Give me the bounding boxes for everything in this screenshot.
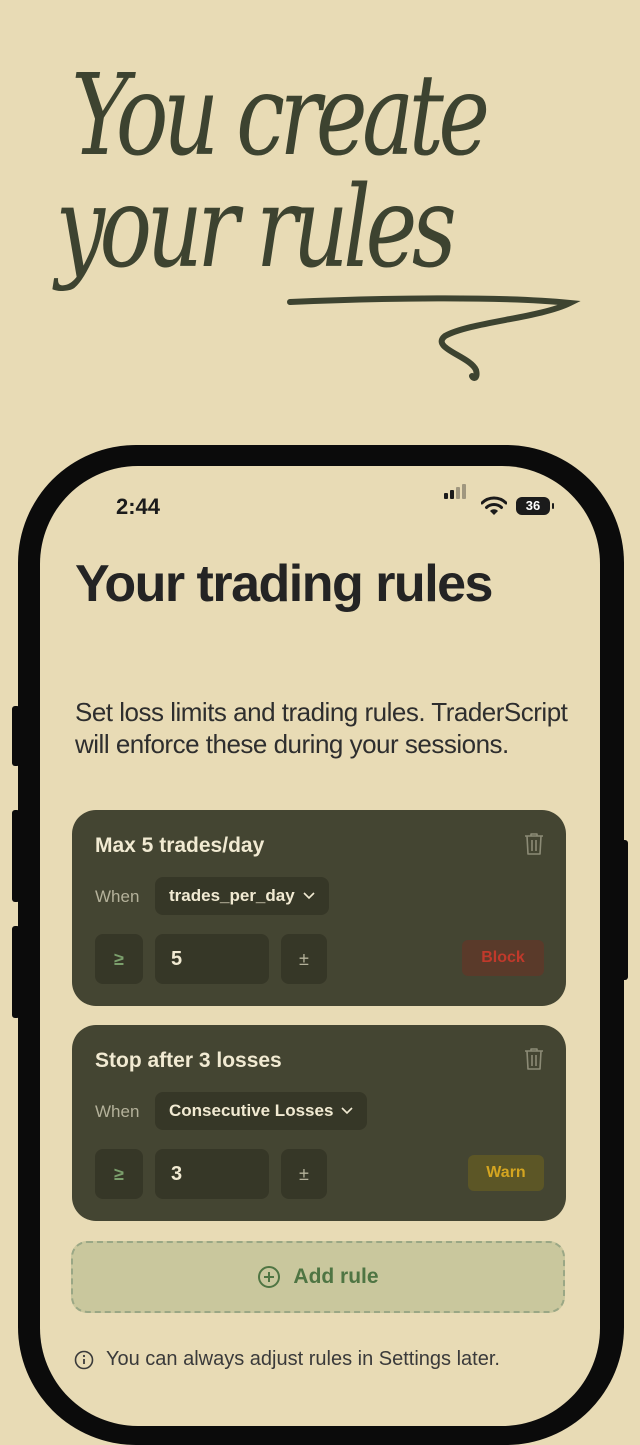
underline-swash — [287, 295, 581, 381]
phone-power-button — [620, 840, 628, 980]
trash-icon[interactable] — [524, 1047, 544, 1071]
when-label: When — [95, 887, 140, 906]
adjust-button[interactable]: ± — [281, 934, 327, 984]
battery-icon: 36 — [516, 497, 554, 515]
add-rule-label: Add rule — [293, 1265, 379, 1288]
phone-side-button — [12, 926, 20, 1018]
phone-screen: 2:44 36 Your trading rules Set loss limi… — [40, 466, 600, 1426]
wifi-icon — [481, 496, 507, 515]
variable-select[interactable]: Consecutive Losses — [155, 1092, 368, 1130]
info-icon — [74, 1350, 94, 1369]
rule-card: Max 5 trades/day When trades_per_day ≥ 5… — [72, 810, 566, 1006]
trash-icon[interactable] — [524, 832, 544, 856]
rule-title: Max 5 trades/day — [95, 834, 265, 857]
operator-button[interactable]: ≥ — [95, 1149, 143, 1199]
adjust-button[interactable]: ± — [281, 1149, 327, 1199]
value-input[interactable]: 5 — [155, 934, 269, 984]
status-bar: 2:44 36 — [40, 466, 600, 546]
status-time: 2:44 — [116, 494, 161, 519]
chevron-down-icon — [303, 892, 315, 900]
variable-select-label: trades_per_day — [169, 886, 295, 905]
rule-card: Stop after 3 losses When Consecutive Los… — [72, 1025, 566, 1221]
footnote: You can always adjust rules in Settings … — [74, 1348, 500, 1371]
page-title: Your trading rules — [75, 555, 493, 613]
chevron-down-icon — [341, 1107, 353, 1115]
when-label: When — [95, 1102, 140, 1121]
variable-select[interactable]: trades_per_day — [155, 877, 329, 915]
phone-side-button — [12, 810, 20, 902]
operator-button[interactable]: ≥ — [95, 934, 143, 984]
footnote-text: You can always adjust rules in Settings … — [106, 1348, 500, 1370]
value-input[interactable]: 3 — [155, 1149, 269, 1199]
page-subtitle: Set loss limits and trading rules. Trade… — [75, 697, 568, 759]
action-badge-block[interactable]: Block — [462, 940, 544, 976]
add-rule-button[interactable]: Add rule — [71, 1241, 565, 1313]
plus-circle-icon — [258, 1266, 281, 1288]
rule-title: Stop after 3 losses — [95, 1049, 282, 1072]
variable-select-label: Consecutive Losses — [169, 1101, 334, 1120]
phone-side-button — [12, 706, 20, 766]
action-badge-warn[interactable]: Warn — [468, 1155, 544, 1191]
